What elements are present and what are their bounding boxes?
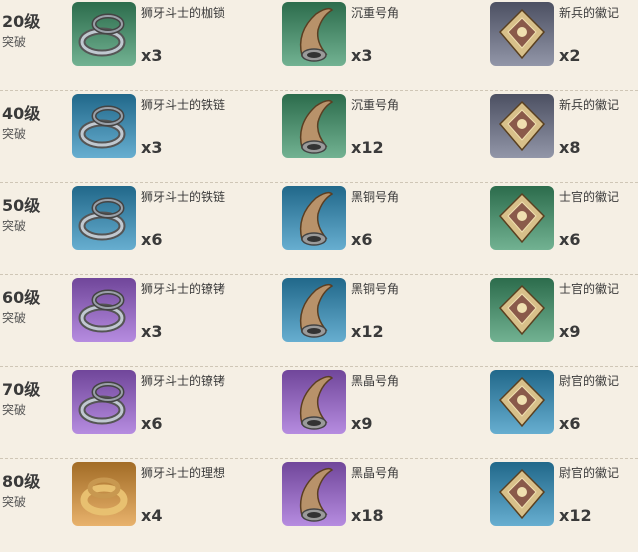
ascension-row: 50级 突破 狮牙斗士的铁链 x6 黑铜号角 x6 士官的徽记 x6 [0,184,638,275]
level-cell: 60级 突破 [2,288,62,326]
cuff-icon [72,370,136,434]
cuff-icon [72,278,136,342]
material-item[interactable]: 新兵的徽记 x8 [490,94,638,184]
material-count: x3 [351,46,373,65]
material-count: x6 [351,230,373,249]
breakthrough-label: 突破 [2,311,27,325]
breakthrough-label: 突破 [2,219,27,233]
material-count: x12 [559,506,592,525]
material-name: 狮牙斗士的理想 [141,466,226,480]
material-name: 沉重号角 [351,98,400,112]
ascension-row: 40级 突破 狮牙斗士的铁链 x3 沉重号角 x12 新兵的徽记 x8 [0,92,638,183]
level-label: 40级 [2,104,41,123]
horn-icon [282,278,346,342]
material-name: 狮牙斗士的枷锁 [141,6,226,20]
horn-icon [282,2,346,66]
breakthrough-label: 突破 [2,403,27,417]
ascension-row: 20级 突破 狮牙斗士的枷锁 x3 沉重号角 x3 新兵的徽记 x2 [0,0,638,91]
material-item[interactable]: 沉重号角 x12 [282,94,472,184]
insignia-icon [490,94,554,158]
insignia-icon [490,278,554,342]
material-item[interactable]: 黑晶号角 x18 [282,462,472,552]
material-item[interactable]: 黑晶号角 x9 [282,370,472,460]
material-count: x6 [559,414,581,433]
material-item[interactable]: 狮牙斗士的理想 x4 [72,462,262,552]
ascension-row: 60级 突破 狮牙斗士的镣铐 x3 黑铜号角 x12 士官的徽记 x9 [0,276,638,367]
level-label: 20级 [2,12,41,31]
material-item[interactable]: 黑铜号角 x6 [282,186,472,276]
material-count: x3 [141,322,163,341]
level-label: 50级 [2,196,41,215]
level-cell: 50级 突破 [2,196,62,234]
material-item[interactable]: 狮牙斗士的镣铐 x6 [72,370,262,460]
breakthrough-label: 突破 [2,495,27,509]
material-name: 新兵的徽记 [559,98,620,112]
material-count: x6 [559,230,581,249]
level-cell: 70级 突破 [2,380,62,418]
insignia-icon [490,462,554,526]
shackle-icon [72,2,136,66]
material-name: 狮牙斗士的铁链 [141,190,226,204]
breakthrough-label: 突破 [2,127,27,141]
material-item[interactable]: 黑铜号角 x12 [282,278,472,368]
material-item[interactable]: 新兵的徽记 x2 [490,2,638,92]
material-name: 黑晶号角 [351,374,400,388]
level-cell: 80级 突破 [2,472,62,510]
horn-icon [282,370,346,434]
material-name: 黑晶号角 [351,466,400,480]
material-item[interactable]: 狮牙斗士的镣铐 x3 [72,278,262,368]
horn-icon [282,462,346,526]
material-count: x12 [351,322,384,341]
horn-icon [282,94,346,158]
material-count: x6 [141,414,163,433]
ring-icon [72,462,136,526]
material-count: x9 [559,322,581,341]
breakthrough-label: 突破 [2,35,27,49]
ascension-row: 70级 突破 狮牙斗士的镣铐 x6 黑晶号角 x9 尉官的徽记 x6 [0,368,638,459]
material-item[interactable]: 士官的徽记 x6 [490,186,638,276]
material-item[interactable]: 尉官的徽记 x12 [490,462,638,552]
material-count: x3 [141,46,163,65]
material-item[interactable]: 沉重号角 x3 [282,2,472,92]
material-count: x9 [351,414,373,433]
ascension-row: 80级 突破 狮牙斗士的理想 x4 黑晶号角 x18 尉官的徽记 x12 [0,460,638,551]
material-name: 士官的徽记 [559,190,620,204]
material-count: x18 [351,506,384,525]
material-count: x12 [351,138,384,157]
material-name: 士官的徽记 [559,282,620,296]
level-label: 70级 [2,380,41,399]
material-item[interactable]: 尉官的徽记 x6 [490,370,638,460]
material-name: 狮牙斗士的镣铐 [141,282,226,296]
insignia-icon [490,370,554,434]
level-label: 60级 [2,288,41,307]
material-count: x8 [559,138,581,157]
material-item[interactable]: 士官的徽记 x9 [490,278,638,368]
material-name: 尉官的徽记 [559,374,620,388]
material-name: 狮牙斗士的铁链 [141,98,226,112]
chain-icon [72,94,136,158]
material-count: x6 [141,230,163,249]
material-name: 新兵的徽记 [559,6,620,20]
material-name: 尉官的徽记 [559,466,620,480]
material-name: 黑铜号角 [351,282,400,296]
material-count: x4 [141,506,163,525]
chain-icon [72,186,136,250]
insignia-icon [490,186,554,250]
ascension-materials-table: 20级 突破 狮牙斗士的枷锁 x3 沉重号角 x3 新兵的徽记 x2 40级 突… [0,0,638,545]
insignia-icon [490,2,554,66]
material-name: 狮牙斗士的镣铐 [141,374,226,388]
material-name: 黑铜号角 [351,190,400,204]
level-cell: 40级 突破 [2,104,62,142]
material-name: 沉重号角 [351,6,400,20]
horn-icon [282,186,346,250]
material-item[interactable]: 狮牙斗士的铁链 x3 [72,94,262,184]
material-item[interactable]: 狮牙斗士的枷锁 x3 [72,2,262,92]
material-count: x3 [141,138,163,157]
level-label: 80级 [2,472,41,491]
level-cell: 20级 突破 [2,12,62,50]
material-count: x2 [559,46,581,65]
material-item[interactable]: 狮牙斗士的铁链 x6 [72,186,262,276]
